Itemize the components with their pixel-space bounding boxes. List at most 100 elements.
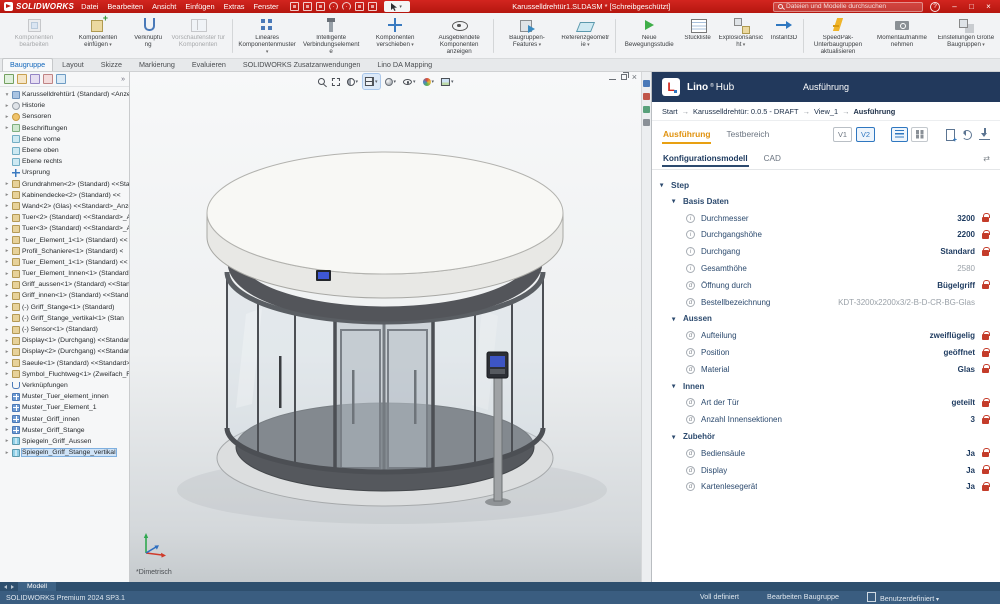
breadcrumb-item[interactable]: Start — [662, 107, 693, 116]
feature-tree-item[interactable]: Tuer<3> (Standard) <<Standard>_A — [2, 223, 129, 234]
param-value[interactable]: geteilt — [943, 398, 975, 407]
menu-extras[interactable]: Extras — [224, 2, 245, 11]
param-bediensaeule[interactable]: d Bediensäule Ja — [660, 445, 994, 462]
expand-arrow-icon[interactable] — [4, 438, 10, 444]
expand-arrow-icon[interactable] — [4, 271, 10, 277]
expand-arrow-icon[interactable] — [4, 405, 10, 411]
feature-tree-item[interactable]: Saeule<1> (Standard) <<Standard> — [2, 358, 129, 369]
subtab-cad[interactable]: CAD — [763, 151, 782, 166]
move-component-button[interactable]: Komponenten verschieben — [363, 14, 427, 58]
param-oeffnung-durch[interactable]: d Öffnung durch Bügelgriff — [660, 277, 994, 294]
featuremanager-tab-icon[interactable] — [4, 74, 14, 84]
feature-tree-item[interactable]: Spiegeln_Griff_Aussen — [2, 436, 129, 447]
expand-arrow-icon[interactable] — [4, 304, 10, 310]
ribbon-separator[interactable] — [493, 19, 494, 53]
expand-arrow-icon[interactable] — [4, 282, 10, 288]
param-material[interactable]: d Material Glas — [660, 361, 994, 378]
feature-tree-item[interactable]: (-) Griff_Stange<1> (Standard) — [2, 302, 129, 313]
param-durchgang[interactable]: i Durchgang Standard — [660, 243, 994, 260]
feature-tree-item[interactable]: (-) Sensor<1> (Standard) — [2, 324, 129, 335]
expand-arrow-icon[interactable] — [4, 327, 10, 333]
edit-component-button[interactable]: Komponenten bearbeiten — [2, 14, 66, 58]
reference-geometry-button[interactable]: Referenzgeometrie — [558, 14, 613, 58]
ribbon-separator[interactable] — [232, 19, 233, 53]
param-durchmesser[interactable]: i Durchmesser 3200 — [660, 210, 994, 227]
param-art-der-tuer[interactable]: d Art der Tür geteilt — [660, 395, 994, 412]
feature-tree-item[interactable]: Kabinendecke<2> (Standard) << — [2, 190, 129, 201]
expand-arrow-icon[interactable] — [4, 416, 10, 422]
save-icon[interactable] — [303, 2, 312, 11]
edit-appearance-icon[interactable] — [421, 74, 437, 89]
help-icon[interactable]: ? — [930, 2, 940, 12]
assembly-features-button[interactable]: Baugruppen-Features — [496, 14, 558, 58]
chevron-down-icon[interactable] — [672, 382, 679, 390]
expand-arrow-icon[interactable] — [4, 125, 10, 131]
expand-arrow-icon[interactable] — [4, 181, 10, 187]
feature-tree-item[interactable]: Muster_Griff_innen — [2, 413, 129, 424]
panel-expand-icon[interactable]: ⇄ — [983, 154, 990, 163]
display-style-icon[interactable] — [382, 74, 398, 89]
expand-arrow-icon[interactable] — [4, 215, 10, 221]
feature-tree-item[interactable]: Profil_Schaniere<1> (Standard) < — [2, 246, 129, 257]
feature-tree-item[interactable]: Griff_innen<1> (Standard) <<Stand — [2, 290, 129, 301]
linear-pattern-button[interactable]: Lineares Komponentenmuster — [235, 14, 299, 58]
options-icon[interactable] — [368, 2, 377, 11]
version-v2-button[interactable]: V2 — [856, 127, 875, 142]
expand-arrow-icon[interactable] — [4, 293, 10, 299]
apply-scene-icon[interactable] — [439, 74, 456, 89]
file-search[interactable]: Dateien und Modelle durchsuchen — [773, 2, 923, 12]
hide-show-items-icon[interactable] — [401, 74, 418, 89]
status-bearbeiten-baugruppe[interactable]: Bearbeiten Baugruppe — [767, 592, 839, 603]
subtab-konfigurationsmodell[interactable]: Konfigurationsmodell — [662, 151, 749, 166]
param-value[interactable]: 2200 — [949, 230, 975, 239]
param-durchgangshoehe[interactable]: i Durchgangshöhe 2200 — [660, 227, 994, 244]
new-motion-study-button[interactable]: Neue Bewegungsstudie — [618, 14, 681, 58]
tab-baugruppe[interactable]: Baugruppe — [2, 58, 53, 71]
menu-einfuegen[interactable]: Einfügen — [185, 2, 214, 11]
config-root-node[interactable]: Step — [660, 176, 994, 193]
expand-arrow-icon[interactable] — [4, 338, 10, 344]
propertymanager-tab-icon[interactable] — [17, 74, 27, 84]
param-position[interactable]: d Position geöffnet — [660, 344, 994, 361]
feature-tree-item[interactable]: Ebene vorne — [2, 134, 129, 145]
param-value[interactable]: KDT-3200x2200x3/2-B-D-CR-BG-Glas — [830, 298, 975, 307]
feature-tree-item[interactable]: Muster_Tuer_element_innen — [2, 391, 129, 402]
param-anzahl-innensektionen[interactable]: d Anzahl Innensektionen 3 — [660, 411, 994, 428]
preview-window-button[interactable]: Vorschaufenster für Komponenten — [166, 14, 230, 58]
group-aussen[interactable]: Aussen — [660, 311, 994, 328]
tab-layout[interactable]: Layout — [54, 58, 92, 71]
configurationmanager-tab-icon[interactable] — [30, 74, 40, 84]
menu-bearbeiten[interactable]: Bearbeiten — [107, 2, 143, 11]
feature-tree-item[interactable]: Muster_Griff_Stange — [2, 425, 129, 436]
speedpak-update-button[interactable]: SpeedPak-Unterbaugruppen aktualisieren — [806, 14, 870, 58]
feature-tree-item[interactable]: Tuer_Element_1<1> (Standard) << — [2, 234, 129, 245]
smart-fasteners-button[interactable]: Intelligente Verbindungselemente — [299, 14, 363, 58]
doc-restore-icon[interactable] — [621, 74, 627, 80]
refresh-icon[interactable] — [962, 130, 972, 140]
section-view-icon[interactable] — [344, 74, 360, 89]
expand-arrow-icon[interactable] — [4, 248, 10, 254]
param-value[interactable]: Ja — [958, 466, 975, 475]
expand-arrow-icon[interactable] — [4, 237, 10, 243]
grid-view-icon[interactable] — [911, 127, 928, 142]
tab-skizze[interactable]: Skizze — [93, 58, 130, 71]
group-basis-daten[interactable]: Basis Daten — [660, 193, 994, 210]
take-snapshot-button[interactable]: Momentaufnahme nehmen — [870, 14, 934, 58]
view-palette-icon[interactable] — [643, 106, 650, 113]
expand-arrow-icon[interactable] — [4, 360, 10, 366]
expand-arrow-icon[interactable] — [4, 394, 10, 400]
feature-tree-item[interactable]: Grundrahmen<2> (Standard) <<Sta — [2, 179, 129, 190]
status-benutzerdefiniert[interactable]: Benutzerdefiniert — [867, 592, 939, 603]
status-voll-definiert[interactable]: Voll definiert — [700, 592, 739, 603]
param-value[interactable]: Ja — [958, 449, 975, 458]
expand-arrow-icon[interactable] — [4, 315, 10, 321]
menu-fenster[interactable]: Fenster — [254, 2, 279, 11]
view-orientation-icon[interactable] — [363, 74, 380, 89]
param-value[interactable]: 3200 — [949, 214, 975, 223]
undo-icon[interactable] — [329, 2, 338, 11]
bom-button[interactable]: Stückliste — [681, 14, 715, 58]
revolving-door-model[interactable] — [130, 72, 641, 582]
doc-close-icon[interactable]: × — [632, 73, 637, 81]
feature-tree-item[interactable]: Verknüpfungen — [2, 380, 129, 391]
group-zubehoer[interactable]: Zubehör — [660, 428, 994, 445]
